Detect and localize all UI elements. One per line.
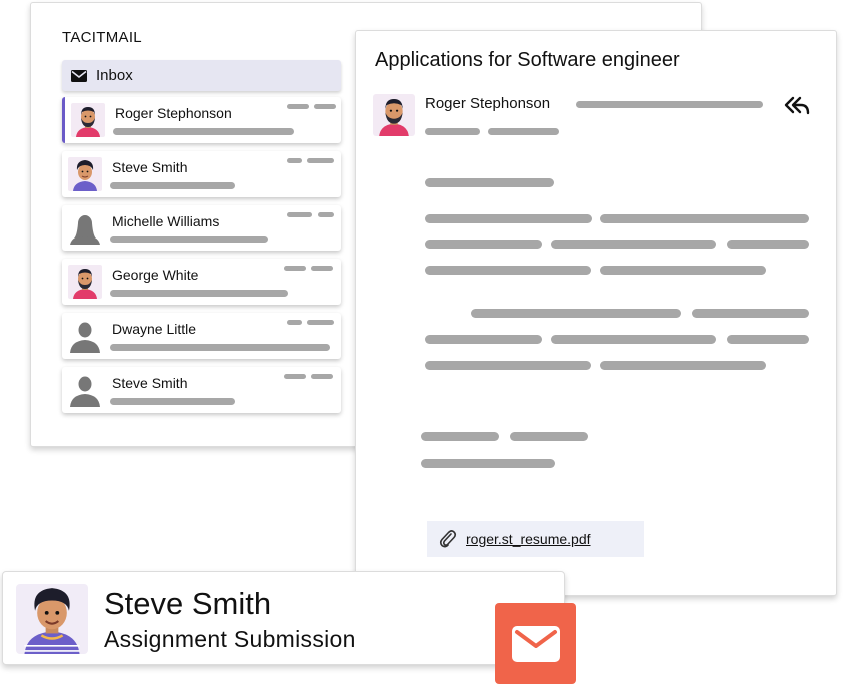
- notification-sender: Steve Smith: [104, 586, 272, 621]
- sender-name: Roger Stephonson: [115, 105, 232, 121]
- reply-all-icon[interactable]: [784, 95, 810, 115]
- app-brand: TACITMAIL: [62, 29, 142, 46]
- body-text-placeholder: [600, 361, 766, 370]
- man-curly-avatar: [68, 157, 102, 191]
- sender-email-placeholder: [576, 101, 763, 108]
- envelope-icon: [71, 69, 87, 82]
- body-text-placeholder: [727, 240, 809, 249]
- preview-placeholder: [110, 236, 268, 243]
- date-placeholder: [284, 374, 306, 379]
- body-text-placeholder: [551, 335, 716, 344]
- recipient-placeholder: [425, 128, 480, 135]
- preview-placeholder: [110, 344, 330, 351]
- attachment-filename: roger.st_resume.pdf: [466, 531, 591, 547]
- time-placeholder: [318, 212, 334, 217]
- date-placeholder: [488, 128, 559, 135]
- mail-item-dwayne-little[interactable]: Dwayne Little: [62, 313, 341, 359]
- person-silhouette-icon: [68, 319, 102, 353]
- person-silhouette-icon: [68, 373, 102, 407]
- man-beard-avatar: [68, 265, 102, 299]
- body-text-placeholder: [425, 361, 591, 370]
- body-text-placeholder: [727, 335, 809, 344]
- man-beard-avatar: [71, 103, 105, 137]
- preview-placeholder: [110, 398, 235, 405]
- paperclip-icon: [439, 530, 457, 548]
- mail-item-steve-smith-2[interactable]: Steve Smith: [62, 367, 341, 413]
- body-text-placeholder: [551, 240, 716, 249]
- notification-card[interactable]: Steve Smith Assignment Submission: [2, 571, 565, 665]
- signature-placeholder: [421, 459, 555, 468]
- body-text-placeholder: [692, 309, 809, 318]
- man-beard-avatar: [373, 94, 415, 136]
- time-placeholder: [307, 158, 334, 163]
- body-text-placeholder: [425, 266, 591, 275]
- reading-pane: Applications for Software engineer Roger…: [355, 30, 837, 596]
- time-placeholder: [307, 320, 334, 325]
- body-text-placeholder: [600, 214, 809, 223]
- body-text-placeholder: [600, 266, 766, 275]
- sender-name: Dwayne Little: [112, 321, 197, 337]
- mail-badge[interactable]: [495, 603, 576, 684]
- preview-placeholder: [113, 128, 294, 135]
- body-text-placeholder: [471, 309, 681, 318]
- mail-item-george-white[interactable]: George White: [62, 259, 341, 305]
- time-placeholder: [311, 266, 333, 271]
- man-curly-avatar: [16, 584, 88, 654]
- signature-placeholder: [421, 432, 499, 441]
- sender-name: Steve Smith: [112, 159, 188, 175]
- time-placeholder: [311, 374, 333, 379]
- envelope-icon: [511, 625, 560, 662]
- person-silhouette-icon: [68, 211, 102, 245]
- sender-name: Michelle Williams: [112, 213, 220, 229]
- body-text-placeholder: [425, 335, 542, 344]
- mail-item-steve-smith[interactable]: Steve Smith: [62, 151, 341, 197]
- body-text-placeholder: [425, 240, 542, 249]
- inbox-label: Inbox: [96, 67, 133, 84]
- date-placeholder: [287, 212, 312, 217]
- date-placeholder: [287, 158, 302, 163]
- date-placeholder: [287, 104, 309, 109]
- inbox-folder[interactable]: Inbox: [62, 60, 341, 91]
- signature-placeholder: [510, 432, 588, 441]
- mail-item-michelle-williams[interactable]: Michelle Williams: [62, 205, 341, 251]
- body-text-placeholder: [425, 214, 592, 223]
- attachment-link[interactable]: roger.st_resume.pdf: [427, 521, 644, 557]
- message-sender: Roger Stephonson: [425, 95, 551, 112]
- greeting-placeholder: [425, 178, 554, 187]
- time-placeholder: [314, 104, 336, 109]
- sender-name: George White: [112, 267, 199, 283]
- preview-placeholder: [110, 290, 288, 297]
- date-placeholder: [284, 266, 306, 271]
- date-placeholder: [287, 320, 302, 325]
- message-subject: Applications for Software engineer: [375, 49, 680, 71]
- notification-subject: Assignment Submission: [104, 626, 356, 652]
- sender-name: Steve Smith: [112, 375, 188, 391]
- mail-item-roger-stephonson[interactable]: Roger Stephonson: [62, 97, 341, 143]
- preview-placeholder: [110, 182, 235, 189]
